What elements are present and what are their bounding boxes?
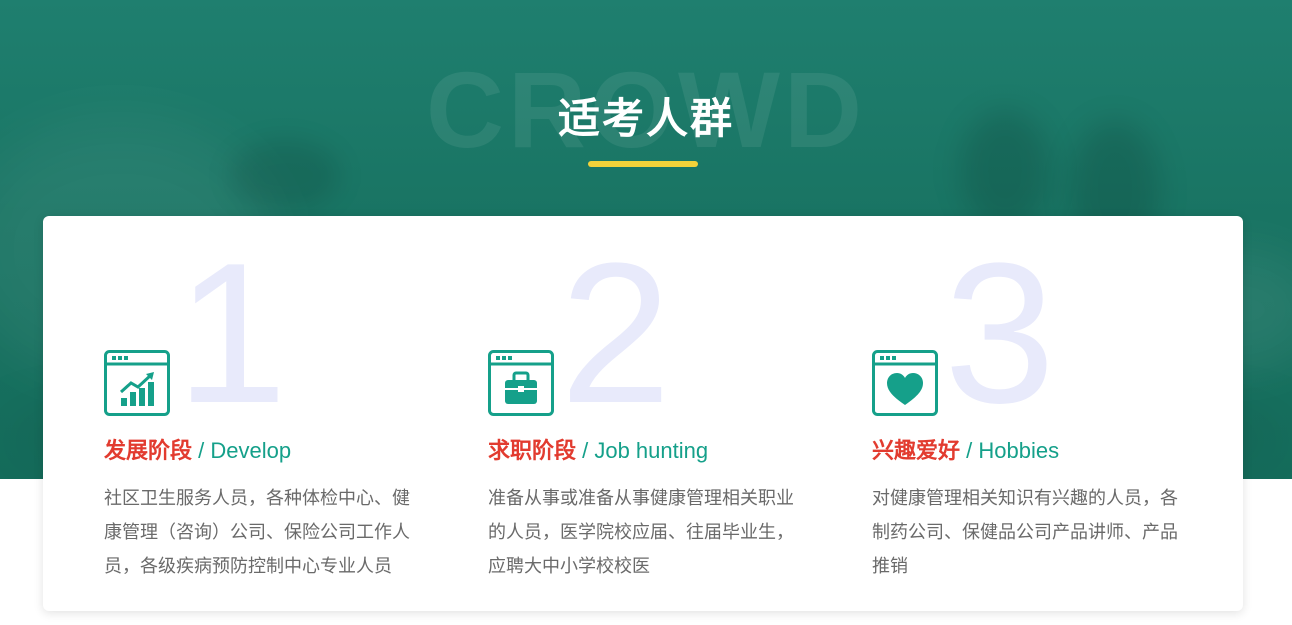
crowd-item-develop: 1 发展阶段 / Develop 社区卫生服务人员，各种体检中心、健康管理（咨询…	[104, 216, 444, 611]
item-heading: 发展阶段 / Develop	[104, 438, 291, 465]
item-title-en: / Develop	[192, 438, 292, 463]
item-number: 2	[560, 222, 672, 445]
item-title-en: / Hobbies	[960, 438, 1060, 463]
heart-icon	[872, 350, 938, 416]
item-description: 对健康管理相关知识有兴趣的人员，各制药公司、保健品公司产品讲师、产品推销	[872, 488, 1178, 577]
crowd-card: 1 发展阶段 / Develop 社区卫生服务人员，各种体检中心、健康管理（咨询…	[43, 216, 1243, 611]
title-underline	[588, 161, 698, 167]
item-number: 1	[176, 222, 288, 445]
item-title-zh: 发展阶段	[104, 439, 193, 464]
item-title-zh: 兴趣爱好	[872, 439, 961, 464]
growth-chart-icon	[104, 350, 170, 416]
section-title: 适考人群	[557, 94, 734, 143]
item-description: 社区卫生服务人员，各种体检中心、健康管理（咨询）公司、保险公司工作人员，各级疾病…	[104, 488, 410, 577]
briefcase-icon	[488, 350, 554, 416]
item-title-en: / Job hunting	[576, 438, 709, 463]
item-title-zh: 求职阶段	[488, 439, 577, 464]
item-heading: 求职阶段 / Job hunting	[488, 438, 708, 465]
item-heading: 兴趣爱好 / Hobbies	[872, 438, 1059, 465]
item-description: 准备从事或准备从事健康管理相关职业的人员，医学院校应届、往届毕业生，应聘大中小学…	[488, 488, 794, 577]
crowd-item-job-hunting: 2 求职阶段 / Job hunting 准备从事或准备从事健康管理相关职业的人…	[488, 216, 828, 611]
item-number: 3	[944, 222, 1056, 445]
crowd-item-hobbies: 3 兴趣爱好 / Hobbies 对健康管理相关知识有兴趣的人员，各制药公司、保…	[872, 216, 1212, 611]
